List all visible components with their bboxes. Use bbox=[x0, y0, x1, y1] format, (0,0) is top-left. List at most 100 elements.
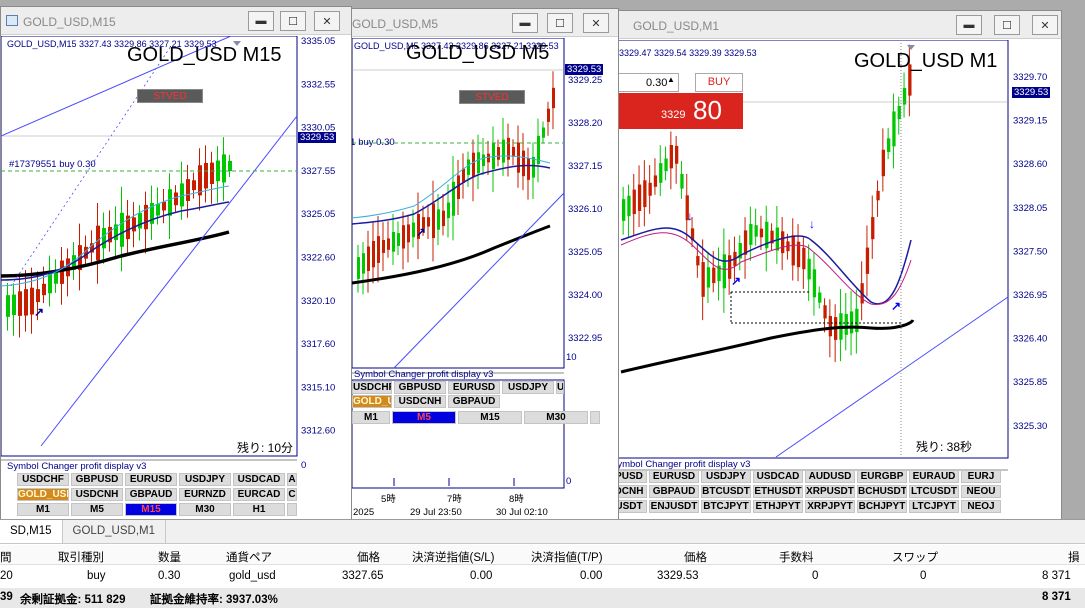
candle-body bbox=[754, 225, 758, 237]
col-current-price[interactable]: 価格 bbox=[684, 549, 707, 565]
symbol-button[interactable]: M30 bbox=[179, 503, 231, 516]
symbol-button[interactable]: XRPUSDT bbox=[805, 485, 855, 498]
sub-scale-top: 10 bbox=[566, 352, 577, 363]
symbol-button[interactable]: GBPAUD bbox=[649, 485, 699, 498]
symbol-button[interactable]: H1 bbox=[233, 503, 285, 516]
buy-price-box[interactable]: 3329 80 bbox=[611, 93, 743, 129]
symbol-button[interactable]: GOLD_USD bbox=[17, 488, 69, 501]
symbol-button[interactable]: EURJ bbox=[961, 470, 1001, 483]
symbol-button[interactable]: GBPAUD bbox=[448, 395, 500, 408]
symbol-button[interactable]: GOLD_USD bbox=[352, 395, 392, 408]
symbol-button[interactable]: BCHUSDT bbox=[857, 485, 907, 498]
symbol-button[interactable] bbox=[590, 411, 600, 424]
symbol-button[interactable]: EURGBP bbox=[857, 470, 907, 483]
chart-window-m15[interactable]: GOLD_USD,M15 ▬ ☐ ✕ 3335.05 3332.55 3330.05… bbox=[0, 6, 352, 520]
symbol-button[interactable]: M1 bbox=[352, 411, 390, 424]
candle-body bbox=[186, 179, 190, 201]
col-tp[interactable]: 決済指値(T/P) bbox=[531, 549, 603, 565]
tab-gold-m15[interactable]: SD,M15 bbox=[0, 520, 63, 543]
title-bar-m1[interactable]: GOLD_USD,M1 ▬ ☐ ✕ bbox=[611, 11, 1061, 39]
symbol-button[interactable]: GBPUSD bbox=[71, 473, 123, 486]
sub-scale-zero: 0 bbox=[301, 460, 307, 471]
symbol-button[interactable]: USDCAD bbox=[233, 473, 285, 486]
table-row[interactable]: 20 buy 0.30 gold_usd 3327.65 0.00 0.00 3… bbox=[0, 566, 1085, 586]
col-price[interactable]: 価格 bbox=[357, 549, 380, 565]
symbol-button[interactable]: M15 bbox=[125, 503, 177, 516]
symbol-button[interactable]: USDCAD bbox=[753, 470, 803, 483]
symbol-button[interactable]: U bbox=[556, 381, 564, 394]
candle-body bbox=[132, 217, 136, 232]
symbol-button[interactable]: M1 bbox=[17, 503, 69, 516]
symbol-button[interactable]: EURUSD bbox=[125, 473, 177, 486]
symbol-button[interactable]: AUDUSD bbox=[805, 470, 855, 483]
price-tick: 3328.20 bbox=[568, 118, 602, 129]
symbol-button[interactable]: USDJPY bbox=[701, 470, 751, 483]
symbol-button[interactable]: USDJPY bbox=[179, 473, 231, 486]
symbol-button[interactable]: NEOJ bbox=[961, 500, 1001, 513]
symbol-button[interactable]: USDJPY bbox=[502, 381, 554, 394]
symbol-button[interactable]: ENJUSDT bbox=[649, 500, 699, 513]
lot-stepper-up-icon[interactable]: ▲ bbox=[667, 75, 675, 84]
symbol-changer-grid-m15: USDCHF GBPUSD EURUSD USDJPY USDCAD A GOLD_USD U… bbox=[17, 473, 297, 501]
symbol-button[interactable]: M15 bbox=[458, 411, 522, 424]
chart-window-m1[interactable]: GOLD_USD,M1 ▬ ☐ ✕ ↓ ↓ ↗ ↗ 3329.70 3329.15… bbox=[610, 10, 1062, 522]
symbol-button[interactable]: C bbox=[287, 488, 297, 501]
symbol-button[interactable]: BTCUSDT bbox=[701, 485, 751, 498]
col-time[interactable]: 間 bbox=[0, 549, 12, 565]
symbol-button[interactable]: USDCNH bbox=[71, 488, 123, 501]
candle-body bbox=[24, 289, 28, 316]
maximize-button[interactable]: ☐ bbox=[994, 15, 1020, 35]
lot-input[interactable]: 0.30 ▲ bbox=[611, 73, 679, 92]
symbol-button[interactable]: LTCJPYT bbox=[909, 500, 959, 513]
buy-button[interactable]: BUY bbox=[695, 73, 743, 92]
col-sl[interactable]: 決済逆指値(S/L) bbox=[412, 549, 494, 565]
symbol-button[interactable]: M5 bbox=[392, 411, 456, 424]
symbol-button[interactable]: A bbox=[287, 473, 297, 486]
minimize-button[interactable]: ▬ bbox=[512, 13, 538, 33]
symbol-button[interactable]: XRPJPYT bbox=[805, 500, 855, 513]
chart-area-m1[interactable]: ↓ ↓ ↗ ↗ 3329.70 3329.15 3328.60 3328.05 3327… bbox=[611, 40, 1061, 521]
title-bar-m15[interactable]: GOLD_USD,M15 ▬ ☐ ✕ bbox=[1, 7, 351, 35]
chart-area-m5[interactable]: 3329.25 3328.20 3327.15 3326.10 3325.05 3324.… bbox=[344, 38, 618, 521]
symbol-button[interactable]: USDCHF bbox=[17, 473, 69, 486]
col-symbol[interactable]: 通貨ペア bbox=[226, 549, 272, 565]
col-type[interactable]: 取引種別 bbox=[58, 549, 104, 565]
symbol-button[interactable]: GBPUSD bbox=[394, 381, 446, 394]
minimize-button[interactable]: ▬ bbox=[956, 15, 982, 35]
close-button[interactable]: ✕ bbox=[1032, 15, 1058, 35]
symbol-button[interactable]: EURCAD bbox=[233, 488, 285, 501]
symbol-button[interactable]: EURUSD bbox=[649, 470, 699, 483]
chart-area-m15[interactable]: 3335.05 3332.55 3330.05 3327.55 3325.05 3322.… bbox=[1, 36, 351, 519]
symbol-button[interactable]: M5 bbox=[71, 503, 123, 516]
symbol-button[interactable]: ETHUSDT bbox=[753, 485, 803, 498]
col-swap[interactable]: スワップ bbox=[892, 549, 938, 565]
symbol-button[interactable]: EURAUD bbox=[909, 470, 959, 483]
symbol-button[interactable]: GBPAUD bbox=[125, 488, 177, 501]
symbol-button[interactable]: NEOU bbox=[961, 485, 1001, 498]
minimize-button[interactable]: ▬ bbox=[248, 11, 274, 31]
symbol-button[interactable]: USDCHF bbox=[352, 381, 392, 394]
candle-body bbox=[228, 160, 232, 172]
close-button[interactable]: ✕ bbox=[314, 11, 340, 31]
candle-body bbox=[812, 269, 817, 298]
symbol-button[interactable]: ETHJPYT bbox=[753, 500, 803, 513]
symbol-button[interactable]: EURNZD bbox=[179, 488, 231, 501]
maximize-button[interactable]: ☐ bbox=[280, 11, 306, 31]
symbol-button[interactable]: M30 bbox=[524, 411, 588, 424]
maximize-button[interactable]: ☐ bbox=[547, 13, 573, 33]
tab-gold-m1[interactable]: GOLD_USD,M1 bbox=[63, 520, 166, 543]
col-profit[interactable]: 損 bbox=[1068, 549, 1080, 565]
symbol-button[interactable]: BCHJPYT bbox=[857, 500, 907, 513]
chart-window-m5[interactable]: GOLD_USD,M5 ▬ ☐ ✕ 3329.25 3328.20 3327.15 3… bbox=[343, 8, 619, 522]
price-scale-m5: 3329.25 3328.20 3327.15 3326.10 3325.05 3324.… bbox=[568, 75, 602, 344]
chart-tabs: SD,M15 GOLD_USD,M1 bbox=[0, 520, 1085, 544]
symbol-button[interactable] bbox=[287, 503, 297, 516]
symbol-button[interactable]: LTCUSDT bbox=[909, 485, 959, 498]
col-commission[interactable]: 手数料 bbox=[779, 549, 814, 565]
col-volume[interactable]: 数量 bbox=[158, 549, 181, 565]
title-bar-m5[interactable]: GOLD_USD,M5 ▬ ☐ ✕ bbox=[344, 9, 618, 37]
symbol-button[interactable]: BTCJPYT bbox=[701, 500, 751, 513]
symbol-button[interactable]: EURUSD bbox=[448, 381, 500, 394]
close-button[interactable]: ✕ bbox=[583, 13, 609, 33]
symbol-button[interactable]: USDCNH bbox=[394, 395, 446, 408]
